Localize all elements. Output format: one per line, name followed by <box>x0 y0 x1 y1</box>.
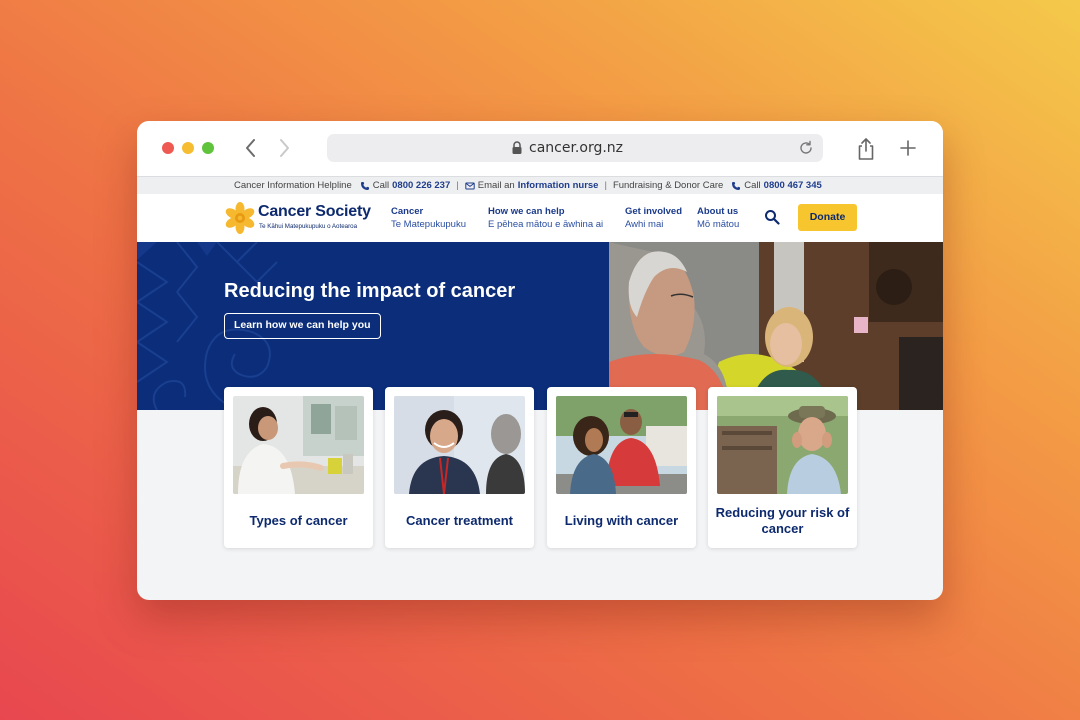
card-types-of-cancer[interactable]: Types of cancer <box>224 387 373 548</box>
card-image-couple-outdoors <box>556 396 687 494</box>
learn-how-we-can-help-button[interactable]: Learn how we can help you <box>224 313 381 339</box>
nurse-photo <box>394 396 525 494</box>
nav-item-how-we-can-help[interactable]: How we can help E pēhea mātou e āwhina a… <box>488 205 603 231</box>
nav-sublabel: Mō mātou <box>697 219 740 230</box>
card-cancer-treatment[interactable]: Cancer treatment <box>385 387 534 548</box>
daffodil-icon <box>225 202 255 234</box>
forward-arrow-icon[interactable] <box>273 135 295 161</box>
browser-toolbar: cancer.org.nz <box>137 121 943 176</box>
hero-photo-consultation <box>609 242 943 410</box>
card-title: Types of cancer <box>249 513 348 528</box>
divider: | <box>604 180 607 191</box>
search-icon[interactable] <box>764 209 780 225</box>
card-title: Cancer treatment <box>406 513 513 528</box>
address-bar[interactable]: cancer.org.nz <box>327 134 823 162</box>
share-icon[interactable] <box>856 137 876 161</box>
nav-label: Get involved <box>625 206 683 217</box>
browser-window: cancer.org.nz Cancer Information Helplin… <box>137 121 943 600</box>
fundraising-label: Fundraising & Donor Care <box>612 180 724 191</box>
url-text: cancer.org.nz <box>529 140 624 156</box>
card-reducing-your-risk[interactable]: Reducing your risk of cancer <box>708 387 857 548</box>
nav-label: How we can help <box>488 206 565 217</box>
logo-name: Cancer Society <box>258 203 371 220</box>
phone-icon <box>360 181 369 190</box>
divider: | <box>456 180 459 191</box>
cancer-society-logo[interactable]: Cancer Society Te Kāhui Matepukupuku o A… <box>224 201 374 237</box>
lab-scientist-photo <box>233 396 364 494</box>
fundraising-number-link[interactable]: 0800 467 345 <box>764 180 822 191</box>
utility-bar: Cancer Information Helpline Call 0800 22… <box>137 176 943 194</box>
nav-item-get-involved[interactable]: Get involved Awhi mai <box>625 205 682 231</box>
card-image-woman-in-hat <box>717 396 848 494</box>
card-title: Living with cancer <box>564 513 679 528</box>
call-label: Call <box>372 180 390 191</box>
reload-icon[interactable] <box>797 139 815 157</box>
card-title: Reducing your risk of cancer <box>715 505 850 536</box>
plus-icon[interactable] <box>899 139 917 157</box>
card-image-nurse <box>394 396 525 494</box>
minimize-window-button[interactable] <box>182 142 194 154</box>
lock-icon <box>512 141 522 154</box>
close-window-button[interactable] <box>162 142 174 154</box>
phone-icon <box>732 181 741 190</box>
helpline-number-link[interactable]: 0800 226 237 <box>392 180 450 191</box>
nav-sublabel: Te Matepukupuku <box>391 219 466 230</box>
nav-label: Cancer <box>391 206 424 217</box>
zoom-window-button[interactable] <box>202 142 214 154</box>
nav-sublabel: E pēhea mātou e āwhina ai <box>488 219 604 230</box>
hero-banner: Reducing the impact of cancer Learn how … <box>137 242 943 410</box>
email-icon <box>465 182 475 189</box>
helpline-label: Cancer Information Helpline <box>234 180 352 191</box>
nav-item-about-us[interactable]: About us Mō mātou <box>697 205 739 231</box>
card-living-with-cancer[interactable]: Living with cancer <box>547 387 696 548</box>
card-image-lab-scientist <box>233 396 364 494</box>
couple-outdoors-photo <box>556 396 687 494</box>
email-prefix: Email an <box>477 180 515 191</box>
back-arrow-icon[interactable] <box>240 135 262 161</box>
logo-tagline: Te Kāhui Matepukupuku o Aotearoa <box>259 223 358 230</box>
call-label: Call <box>744 180 761 191</box>
site-header: Cancer Society Te Kāhui Matepukupuku o A… <box>137 194 943 242</box>
nav-item-cancer[interactable]: Cancer Te Matepukupuku <box>391 205 466 231</box>
nav-sublabel: Awhi mai <box>625 219 664 230</box>
donate-button[interactable]: Donate <box>798 204 857 231</box>
information-nurse-link[interactable]: Information nurse <box>518 180 599 191</box>
hero-heading: Reducing the impact of cancer <box>224 280 516 302</box>
nav-label: About us <box>697 206 739 217</box>
woman-in-hat-photo <box>717 396 848 494</box>
